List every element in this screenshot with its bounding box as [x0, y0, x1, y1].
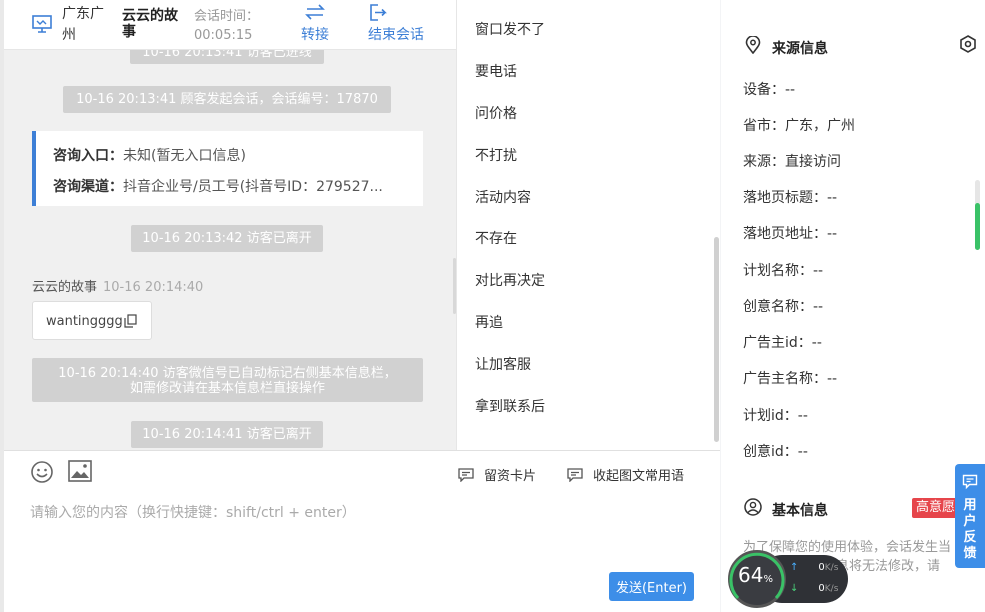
entry-label: 咨询入口： [53, 148, 123, 164]
info-row-plan-name: 计划名称：-- [743, 263, 824, 279]
wechat-notice: 10-16 20:14:40 访客微信号已自动标记右侧基本信息栏， 如需修改请在… [32, 358, 423, 402]
channel-label: 咨询渠道： [53, 179, 123, 195]
usage-percent-value: 64 [738, 563, 764, 587]
download-unit: K/s [824, 584, 839, 594]
network-speed-widget[interactable]: 64% ↑ 0K/s ↓ 0K/s [728, 546, 848, 612]
chat-header: 广东广州 云云的故事 会话时间： 00:05:15 转接 结束会话 [4, 0, 456, 50]
phrases-icon [567, 467, 583, 482]
collapse-phrases-label: 收起图文常用语 [593, 469, 685, 484]
quick-reply-panel: 窗口发不了 要电话 问价格 不打扰 活动内容 不存在 对比再决定 再追 让加客服… [456, 0, 720, 450]
quick-reply-item[interactable]: 活动内容 [475, 187, 531, 207]
info-scrollbar[interactable] [975, 203, 980, 250]
info-panel: 来源信息 设备：-- 省市：广东，广州 来源：直接访问 落地页标题：-- 落地页… [721, 0, 985, 612]
message-bubble[interactable]: wantingggg [32, 301, 152, 340]
channel-row: 咨询渠道：抖音企业号/员工号(抖音号ID：279527... [53, 176, 383, 196]
lead-card-button[interactable]: 留资卡片 [458, 465, 536, 484]
feedback-label: 用户反馈 [963, 498, 977, 561]
upload-speed: ↑ 0K/s [790, 562, 838, 573]
visitor-name: 云云的故事 [122, 8, 178, 40]
quick-reply-item[interactable]: 再追 [475, 312, 503, 332]
system-message: 10-16 20:14:41 访客已离开 [131, 421, 323, 448]
usage-percent: 64% [738, 563, 773, 587]
download-speed: ↓ 0K/s [790, 583, 838, 594]
info-row-device: 设备：-- [743, 82, 796, 98]
info-row-creative-name: 创意名称：-- [743, 299, 824, 315]
quick-reply-item[interactable]: 让加客服 [475, 354, 531, 374]
quick-reply-item[interactable]: 不存在 [475, 228, 517, 248]
channel-value: 抖音企业号/员工号(抖音号ID：279527... [123, 179, 383, 195]
basic-info-title: 基本信息 [772, 503, 828, 519]
quick-reply-item[interactable]: 问价格 [475, 103, 517, 123]
end-session-button[interactable]: 结束会话 [364, 2, 428, 44]
info-row-province: 省市：广东，广州 [743, 118, 855, 134]
info-row-source: 来源：直接访问 [743, 154, 841, 170]
transfer-icon [305, 4, 325, 20]
info-row-plan-id: 计划id：-- [743, 408, 808, 424]
settings-icon[interactable] [959, 35, 977, 53]
session-time-label: 会话时间： [194, 9, 260, 24]
source-info-title: 来源信息 [772, 41, 828, 57]
quick-reply-item[interactable]: 窗口发不了 [475, 19, 545, 39]
input-area: 留资卡片 收起图文常用语 发送(Enter) [4, 450, 720, 612]
transfer-label: 转接 [301, 27, 329, 43]
message-input[interactable] [30, 501, 690, 525]
quick-reply-item[interactable]: 对比再决定 [475, 270, 545, 290]
collapse-phrases-button[interactable]: 收起图文常用语 [567, 465, 684, 484]
entry-info-card: 咨询入口：未知(暂无入口信息) 咨询渠道：抖音企业号/员工号(抖音号ID：279… [32, 131, 423, 206]
monitor-icon [32, 15, 52, 33]
quick-reply-item[interactable]: 拿到联系后 [475, 396, 545, 416]
feedback-tab[interactable]: 用户反馈 [955, 464, 985, 568]
chat-panel: 10-16 20:13:41 访客已进线 广东广州 云云的故事 会话时间： 00… [4, 0, 456, 450]
download-arrow-icon: ↓ [790, 583, 799, 594]
message-time: 10-16 20:14:40 [103, 280, 204, 295]
image-icon[interactable] [68, 460, 92, 482]
entry-value: 未知(暂无入口信息) [123, 148, 246, 164]
quick-reply-scrollbar[interactable] [714, 237, 719, 442]
info-row-landing-url: 落地页地址：-- [743, 226, 838, 242]
usage-percent-unit: % [763, 574, 773, 585]
message-sender: 云云的故事 [32, 280, 98, 295]
send-button[interactable]: 发送(Enter) [609, 572, 694, 601]
user-icon [744, 498, 762, 516]
info-row-landing-title: 落地页标题：-- [743, 190, 838, 206]
copy-icon[interactable] [124, 314, 137, 328]
upload-arrow-icon: ↑ [790, 562, 799, 573]
visitor-location: 广东广州 [62, 6, 104, 43]
location-pin-icon [745, 36, 761, 54]
upload-unit: K/s [824, 563, 839, 573]
info-row-creative-id: 创意id：-- [743, 444, 808, 460]
info-row-advertiser-name: 广告主名称：-- [743, 371, 838, 387]
emoji-icon[interactable] [30, 460, 54, 484]
card-icon [458, 467, 474, 482]
transfer-button[interactable]: 转接 [294, 2, 336, 44]
info-row-advertiser-id: 广告主id：-- [743, 335, 822, 351]
entry-row: 咨询入口：未知(暂无入口信息) [53, 145, 246, 165]
lead-card-label: 留资卡片 [484, 469, 537, 484]
message-text: wantingggg [46, 314, 123, 329]
wechat-notice-line1: 10-16 20:14:40 访客微信号已自动标记右侧基本信息栏， [58, 366, 397, 381]
quick-reply-item[interactable]: 不打扰 [475, 145, 517, 165]
system-message: 10-16 20:13:42 访客已离开 [131, 225, 323, 252]
app-root: 10-16 20:13:41 访客已进线 广东广州 云云的故事 会话时间： 00… [0, 0, 985, 612]
wechat-notice-line2: 如需修改请在基本信息栏直接操作 [129, 381, 325, 396]
system-message: 10-16 20:13:41 顾客发起会话，会话编号：17870 [63, 86, 391, 113]
quick-reply-item[interactable]: 要电话 [475, 61, 517, 81]
message-meta: 云云的故事 10-16 20:14:40 [32, 276, 203, 295]
session-time: 00:05:15 [194, 28, 253, 43]
chat-bubble-icon [962, 474, 978, 490]
end-session-label: 结束会话 [368, 27, 424, 43]
exit-icon [370, 4, 387, 21]
